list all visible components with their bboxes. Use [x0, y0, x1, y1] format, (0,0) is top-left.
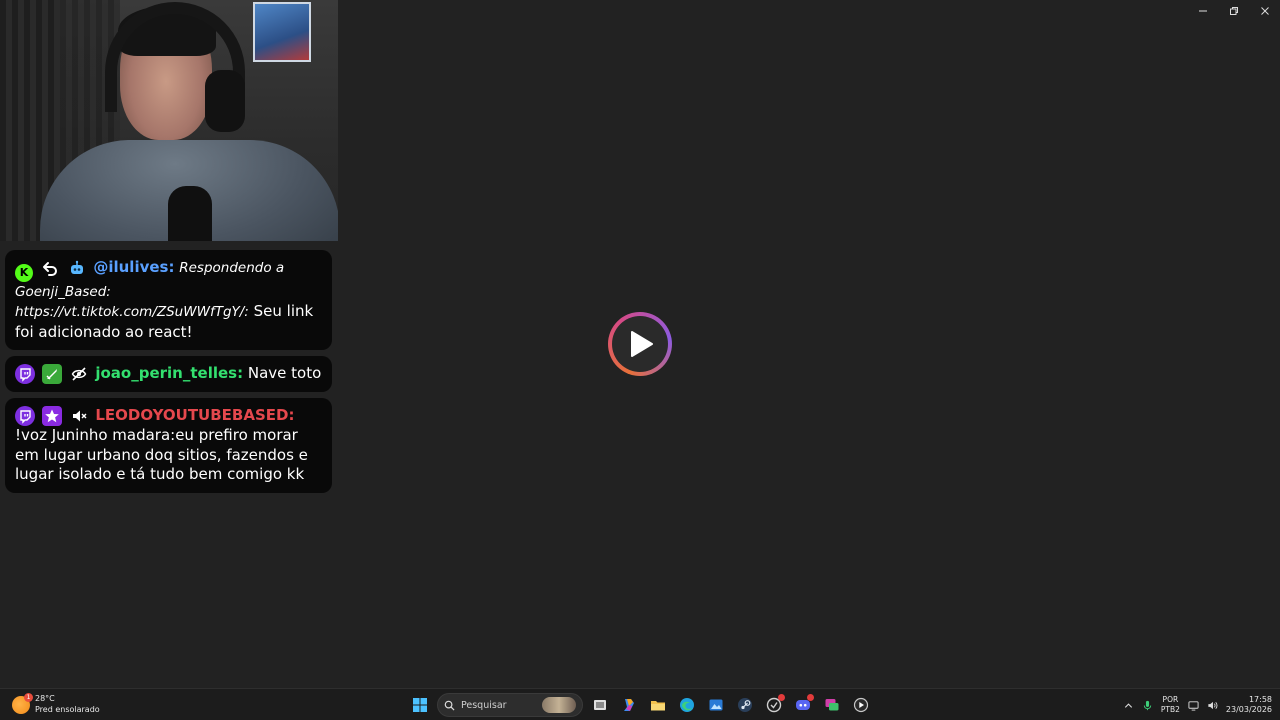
task-view-button[interactable] — [588, 693, 612, 717]
steam-icon — [738, 698, 752, 712]
restore-button[interactable] — [1218, 0, 1249, 22]
notification-dot — [807, 694, 814, 701]
microphone-icon[interactable] — [1142, 700, 1153, 711]
chat-username: joao_perin_telles: — [95, 364, 244, 383]
language-line-2: PTB2 — [1160, 705, 1180, 714]
discord-button[interactable] — [791, 693, 815, 717]
clock[interactable]: 17:58 23/03/2026 — [1226, 695, 1272, 716]
media-button[interactable] — [849, 693, 873, 717]
twitch-icon — [15, 406, 35, 427]
eye-off-icon — [69, 364, 89, 384]
chat-message: LEODOYOUTUBEBASED: !voz Juninho madara:e… — [5, 398, 332, 493]
weather-badge: 1 — [24, 692, 33, 702]
twitch-icon — [15, 364, 35, 385]
file-explorer-icon — [651, 701, 665, 711]
chat-overlay: K @ilulives: Respondendo a Goenji_Based:… — [5, 250, 332, 493]
weather-temp: 28°C — [35, 694, 55, 703]
chat-username: LEODOYOUTUBEBASED: — [95, 406, 295, 425]
language-indicator[interactable]: POR PTB2 — [1161, 695, 1180, 715]
copilot-button[interactable] — [617, 693, 641, 717]
search-highlight-image — [542, 697, 576, 713]
media-icon — [853, 697, 869, 713]
star-icon — [41, 406, 62, 427]
search-icon — [444, 700, 455, 711]
weather-text: 28°C Pred ensolarado — [35, 694, 100, 715]
restore-icon — [1229, 7, 1238, 15]
weather-desc: Pred ensolarado — [35, 704, 100, 714]
network-icon[interactable] — [1188, 700, 1199, 711]
kick-icon: K — [15, 263, 33, 282]
steam-button[interactable] — [733, 693, 757, 717]
headphone-cup — [205, 70, 245, 132]
bot-icon — [67, 258, 87, 278]
chevron-up-icon[interactable] — [1123, 700, 1134, 711]
sword-icon — [41, 364, 62, 385]
language-line-1: POR — [1162, 695, 1179, 704]
clock-time: 17:58 — [1248, 694, 1272, 704]
system-tray: POR PTB2 17:58 23/03/2026 — [1123, 693, 1272, 717]
minimize-button[interactable] — [1187, 0, 1218, 22]
file-explorer-button[interactable] — [646, 693, 670, 717]
photos-icon — [709, 699, 723, 711]
reply-icon — [40, 258, 60, 278]
wall-poster — [253, 2, 311, 62]
notification-dot — [778, 694, 785, 701]
chat-text: !voz Juninho madara:eu prefiro morar em … — [15, 426, 308, 484]
edge-button[interactable] — [675, 693, 699, 717]
mute-icon — [69, 406, 89, 426]
chat-message: K @ilulives: Respondendo a Goenji_Based:… — [5, 250, 332, 351]
reply-prefix: Respondendo a — [179, 260, 285, 276]
start-button[interactable] — [408, 693, 432, 717]
search-placeholder: Pesquisar — [461, 699, 507, 711]
task-view-icon — [594, 700, 606, 710]
window-controls — [1187, 0, 1280, 22]
app-button[interactable] — [762, 693, 786, 717]
chat-text: Nave toto — [247, 364, 322, 383]
close-icon — [1260, 7, 1269, 15]
start-icon — [413, 698, 427, 712]
microphone — [168, 186, 212, 241]
webcam-feed — [0, 0, 338, 241]
taskbar: 1 28°C Pred ensolarado Pesquisar POR PTB… — [0, 688, 1280, 720]
close-button[interactable] — [1249, 0, 1280, 22]
chat-message: joao_perin_telles: Nave toto — [5, 356, 332, 393]
play-button[interactable] — [608, 312, 672, 376]
chat-username: @ilulives: — [93, 258, 175, 276]
clock-date: 23/03/2026 — [1225, 705, 1272, 714]
minimize-icon — [1198, 10, 1207, 12]
reply-target: Goenji_Based: — [15, 283, 111, 300]
chat-app-button[interactable] — [820, 693, 844, 717]
copilot-icon — [624, 699, 634, 711]
edge-icon — [680, 698, 694, 712]
taskbar-apps: Pesquisar — [408, 692, 873, 718]
play-icon — [631, 331, 653, 357]
chat-app-icon — [825, 699, 839, 711]
photos-button[interactable] — [704, 693, 728, 717]
reply-link[interactable]: https://vt.tiktok.com/ZSuWWfTgY/: — [15, 304, 249, 320]
play-button-inner — [612, 316, 668, 372]
taskbar-search[interactable]: Pesquisar — [437, 693, 583, 717]
weather-widget[interactable]: 1 28°C Pred ensolarado — [12, 692, 100, 715]
volume-icon[interactable] — [1207, 700, 1218, 711]
weather-icon: 1 — [12, 692, 33, 714]
